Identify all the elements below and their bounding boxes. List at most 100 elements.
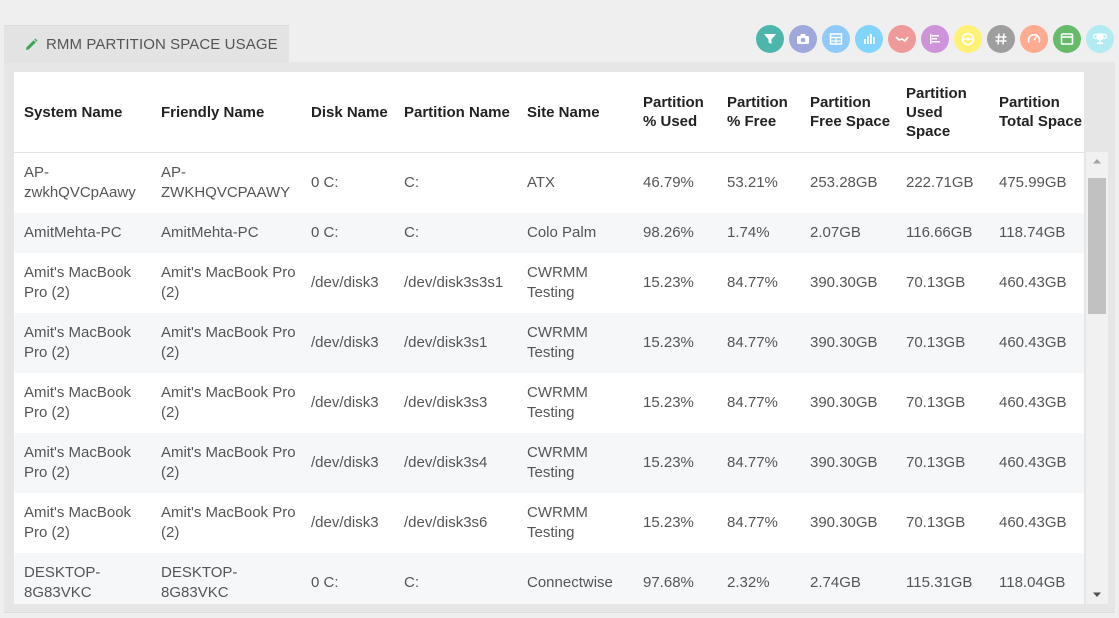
cell-total-space: 118.74GB — [989, 213, 1084, 253]
cell-friendly-name: Amit's MacBook Pro (2) — [151, 493, 301, 553]
cell-pct-used: 15.23% — [633, 253, 717, 313]
cell-system-name: DESKTOP-8G83VKC — [14, 553, 151, 604]
cell-pct-used: 15.23% — [633, 313, 717, 373]
cell-free-space: 390.30GB — [800, 373, 896, 433]
table-row[interactable]: AP-zwkhQVCpAawy AP-ZWKHQVCPAAWY 0 C: C: … — [14, 152, 1084, 213]
cell-partition-name: /dev/disk3s6 — [394, 493, 517, 553]
pencil-icon[interactable] — [24, 38, 38, 52]
vertical-scrollbar[interactable] — [1086, 152, 1108, 604]
table-row[interactable]: Amit's MacBook Pro (2) Amit's MacBook Pr… — [14, 313, 1084, 373]
list-icon[interactable] — [921, 25, 949, 53]
cell-disk-name: 0 C: — [301, 152, 394, 213]
header-partition-free-space[interactable]: Partition Free Space — [800, 72, 896, 153]
cell-total-space: 460.43GB — [989, 433, 1084, 493]
cell-system-name: AmitMehta-PC — [14, 213, 151, 253]
cell-friendly-name: Amit's MacBook Pro (2) — [151, 313, 301, 373]
line-chart-icon[interactable] — [888, 25, 916, 53]
header-partition-pct-free[interactable]: Partition % Free — [717, 72, 800, 153]
cell-partition-name: /dev/disk3s1 — [394, 313, 517, 373]
cell-used-space: 115.31GB — [896, 553, 989, 604]
cell-total-space: 460.43GB — [989, 493, 1084, 553]
cell-partition-name: /dev/disk3s3s1 — [394, 253, 517, 313]
cell-free-space: 390.30GB — [800, 493, 896, 553]
filter-icon[interactable] — [756, 25, 784, 53]
cell-site-name: CWRMM Testing — [517, 433, 633, 493]
cell-system-name: Amit's MacBook Pro (2) — [14, 373, 151, 433]
table-row[interactable]: Amit's MacBook Pro (2) Amit's MacBook Pr… — [14, 433, 1084, 493]
steering-icon[interactable] — [954, 25, 982, 53]
header-partition-used-space[interactable]: Partition Used Space — [896, 72, 989, 153]
cell-partition-name: C: — [394, 152, 517, 213]
bar-chart-icon[interactable] — [855, 25, 883, 53]
cell-used-space: 70.13GB — [896, 373, 989, 433]
cell-friendly-name: AmitMehta-PC — [151, 213, 301, 253]
cell-free-space: 253.28GB — [800, 152, 896, 213]
header-friendly-name[interactable]: Friendly Name — [151, 72, 301, 153]
report-title: RMM PARTITION SPACE USAGE — [46, 36, 278, 53]
trophy-icon[interactable] — [1086, 25, 1114, 53]
table-row[interactable]: Amit's MacBook Pro (2) Amit's MacBook Pr… — [14, 373, 1084, 433]
cell-disk-name: /dev/disk3 — [301, 373, 394, 433]
table-header-row: System Name Friendly Name Disk Name Part… — [14, 72, 1084, 153]
table-row[interactable]: AmitMehta-PC AmitMehta-PC 0 C: C: Colo P… — [14, 213, 1084, 253]
header-disk-name[interactable]: Disk Name — [301, 72, 394, 153]
cell-system-name: Amit's MacBook Pro (2) — [14, 433, 151, 493]
cell-friendly-name: AP-ZWKHQVCPAAWY — [151, 152, 301, 213]
cell-used-space: 70.13GB — [896, 493, 989, 553]
table-row[interactable]: Amit's MacBook Pro (2) Amit's MacBook Pr… — [14, 253, 1084, 313]
cell-pct-free: 84.77% — [717, 253, 800, 313]
header-site-name[interactable]: Site Name — [517, 72, 633, 153]
cell-used-space: 70.13GB — [896, 313, 989, 373]
cell-friendly-name: Amit's MacBook Pro (2) — [151, 253, 301, 313]
cell-disk-name: /dev/disk3 — [301, 493, 394, 553]
cell-used-space: 116.66GB — [896, 213, 989, 253]
header-partition-total-space[interactable]: Partition Total Space — [989, 72, 1084, 153]
cell-disk-name: 0 C: — [301, 213, 394, 253]
hash-icon[interactable] — [987, 25, 1015, 53]
cell-total-space: 118.04GB — [989, 553, 1084, 604]
partition-table: System Name Friendly Name Disk Name Part… — [14, 72, 1084, 604]
cell-partition-name: /dev/disk3s3 — [394, 373, 517, 433]
gauge-icon[interactable] — [1020, 25, 1048, 53]
cell-free-space: 2.07GB — [800, 213, 896, 253]
cell-site-name: CWRMM Testing — [517, 373, 633, 433]
cell-friendly-name: Amit's MacBook Pro (2) — [151, 373, 301, 433]
cell-pct-used: 15.23% — [633, 433, 717, 493]
cell-pct-free: 53.21% — [717, 152, 800, 213]
cell-site-name: ATX — [517, 152, 633, 213]
cell-disk-name: 0 C: — [301, 553, 394, 604]
cell-free-space: 390.30GB — [800, 433, 896, 493]
cell-pct-used: 98.26% — [633, 213, 717, 253]
camera-icon[interactable] — [789, 25, 817, 53]
cell-system-name: Amit's MacBook Pro (2) — [14, 493, 151, 553]
cell-used-space: 222.71GB — [896, 152, 989, 213]
cell-free-space: 2.74GB — [800, 553, 896, 604]
cell-disk-name: /dev/disk3 — [301, 433, 394, 493]
cell-site-name: CWRMM Testing — [517, 253, 633, 313]
table-icon[interactable] — [822, 25, 850, 53]
scroll-up-arrow-icon[interactable] — [1086, 152, 1108, 170]
cell-site-name: Connectwise — [517, 553, 633, 604]
cell-pct-free: 84.77% — [717, 313, 800, 373]
scrollbar-thumb[interactable] — [1088, 178, 1106, 314]
header-system-name[interactable]: System Name — [14, 72, 151, 153]
cell-total-space: 475.99GB — [989, 152, 1084, 213]
window-icon[interactable] — [1053, 25, 1081, 53]
header-partition-pct-used[interactable]: Partition % Used — [633, 72, 717, 153]
cell-partition-name: C: — [394, 213, 517, 253]
cell-disk-name: /dev/disk3 — [301, 253, 394, 313]
header-partition-name[interactable]: Partition Name — [394, 72, 517, 153]
table-row[interactable]: DESKTOP-8G83VKC DESKTOP-8G83VKC 0 C: C: … — [14, 553, 1084, 604]
view-toolbar — [756, 25, 1114, 53]
report-tab[interactable]: RMM PARTITION SPACE USAGE — [4, 25, 289, 63]
scroll-down-arrow-icon[interactable] — [1086, 586, 1108, 604]
cell-pct-free: 84.77% — [717, 433, 800, 493]
cell-total-space: 460.43GB — [989, 253, 1084, 313]
cell-total-space: 460.43GB — [989, 313, 1084, 373]
cell-system-name: Amit's MacBook Pro (2) — [14, 313, 151, 373]
cell-pct-used: 97.68% — [633, 553, 717, 604]
cell-used-space: 70.13GB — [896, 433, 989, 493]
table-row[interactable]: Amit's MacBook Pro (2) Amit's MacBook Pr… — [14, 493, 1084, 553]
cell-site-name: CWRMM Testing — [517, 493, 633, 553]
cell-pct-free: 84.77% — [717, 373, 800, 433]
